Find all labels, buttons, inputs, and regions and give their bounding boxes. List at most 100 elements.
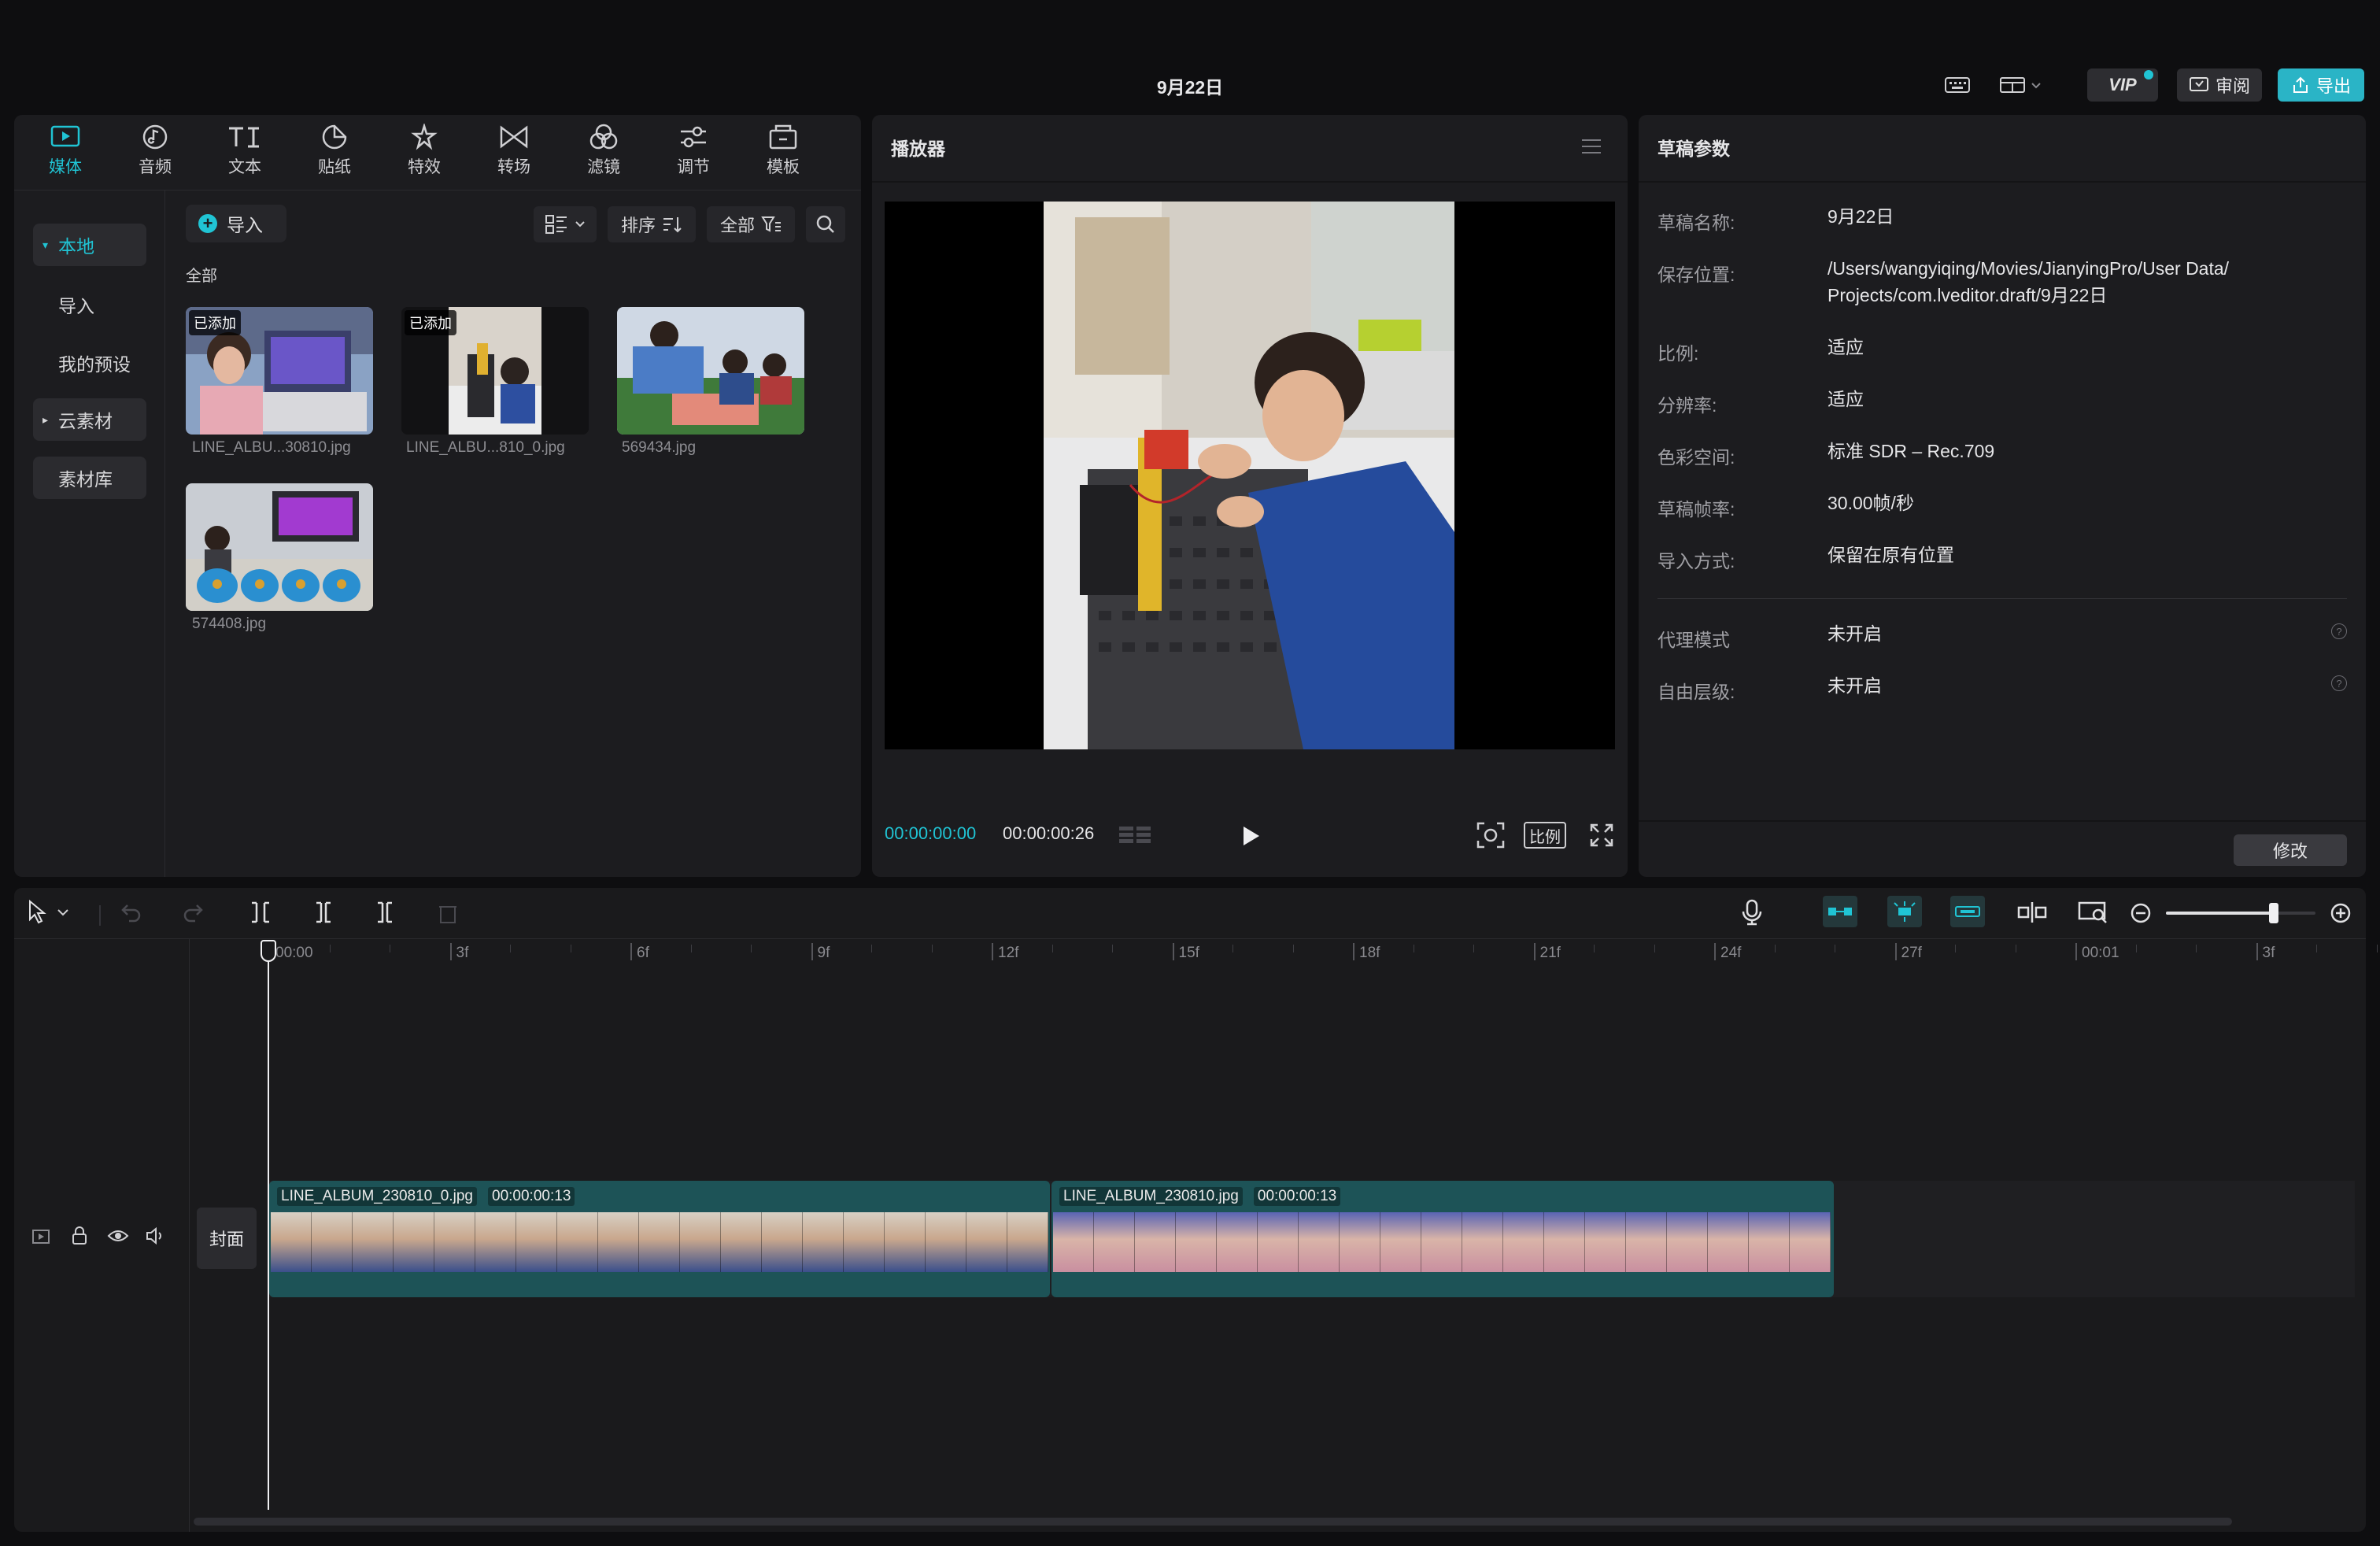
search-button[interactable]: [806, 206, 845, 242]
filmstrip-frame: [1176, 1212, 1217, 1272]
zoom-in-icon[interactable]: [2330, 902, 2352, 924]
trim-left-icon[interactable]: [312, 901, 335, 924]
transition-icon: [500, 125, 528, 149]
review-label: 审阅: [2215, 76, 2250, 96]
timecode-grid-icon[interactable]: [1118, 823, 1154, 847]
tab-audio[interactable]: 音频: [112, 121, 198, 184]
trim-right-icon[interactable]: [373, 901, 397, 924]
sidebar-item-my-presets[interactable]: 我的预设: [33, 342, 146, 384]
media-item[interactable]: 已添加: [186, 307, 373, 435]
ratio-button[interactable]: 比例: [1524, 822, 1566, 849]
media-item[interactable]: [617, 307, 804, 435]
sidebar-item-local[interactable]: ▾ 本地: [33, 224, 146, 266]
tab-filter[interactable]: 滤镜: [560, 121, 647, 184]
clip-name: LINE_ALBUM_230810.jpg: [1059, 1187, 1243, 1206]
filmstrip-frame: [1749, 1212, 1790, 1272]
select-tool-icon[interactable]: [27, 899, 72, 926]
sidebar-item-import[interactable]: 导入: [33, 283, 146, 326]
media-item[interactable]: [186, 483, 373, 611]
import-button[interactable]: + 导入: [186, 205, 286, 242]
linkage-button[interactable]: [1950, 896, 1985, 927]
cover-button[interactable]: 封面: [197, 1208, 257, 1269]
tab-adjust[interactable]: 调节: [650, 121, 737, 184]
sidebar-item-cloud[interactable]: ▸ 云素材: [33, 398, 146, 441]
review-icon: [2189, 77, 2208, 91]
ruler-minor-tick: [1112, 945, 1113, 952]
filmstrip-frame: [557, 1212, 598, 1272]
sort-button[interactable]: 排序: [608, 206, 696, 242]
sidebar-item-label: 云素材: [58, 411, 113, 431]
tab-sticker[interactable]: 贴纸: [291, 121, 378, 184]
menu-icon[interactable]: [1580, 137, 1602, 156]
redo-icon[interactable]: [181, 901, 205, 924]
sidebar-item-library[interactable]: 素材库: [33, 457, 146, 499]
tab-media[interactable]: 媒体: [22, 121, 109, 184]
ruler-label: 00:00: [275, 945, 313, 961]
fit-screen-icon[interactable]: [1476, 822, 1505, 849]
filmstrip-frame: [1544, 1212, 1585, 1272]
divider: [1658, 598, 2347, 599]
tab-text[interactable]: 文本: [201, 121, 288, 184]
filter-label: 全部: [719, 216, 755, 235]
fullscreen-icon[interactable]: [1590, 823, 1613, 847]
play-button[interactable]: [1240, 825, 1261, 847]
tab-transition[interactable]: 转场: [471, 121, 557, 184]
zoom-slider-handle[interactable]: [2268, 903, 2278, 923]
preview-axis-icon[interactable]: [2016, 901, 2048, 924]
tab-label: 文本: [228, 158, 261, 176]
view-mode-button[interactable]: [534, 206, 597, 242]
timeline-scrollbar[interactable]: [194, 1518, 2232, 1526]
filmstrip-frame: [516, 1212, 557, 1272]
filmstrip-frame: [1299, 1212, 1340, 1272]
main-track-magnet-button[interactable]: [1823, 896, 1857, 927]
export-button[interactable]: 导出: [2278, 68, 2364, 102]
help-icon[interactable]: ?: [2331, 623, 2347, 639]
added-badge: 已添加: [189, 310, 241, 335]
split-icon[interactable]: [249, 901, 272, 924]
keyboard-icon[interactable]: [1938, 68, 1977, 102]
ruler-minor-tick: [2135, 945, 2137, 952]
layout-icon[interactable]: [1991, 68, 2054, 102]
project-title: 9月22日: [1156, 77, 1224, 98]
ruler-tick: [1353, 943, 1354, 960]
auto-snap-button[interactable]: [1887, 896, 1922, 927]
thumbnail-zoom-icon[interactable]: [2078, 901, 2109, 924]
volume-icon[interactable]: [145, 1226, 165, 1245]
filmstrip-frame: [434, 1212, 475, 1272]
divider: [14, 938, 2366, 939]
filter-button[interactable]: 全部: [707, 206, 795, 242]
review-button[interactable]: 审阅: [2177, 68, 2262, 102]
plus-icon: +: [198, 213, 217, 233]
vip-button[interactable]: VIP: [2087, 68, 2158, 102]
player-panel: 播放器 00:00:00:00 00:00:00:26 比例: [872, 115, 1628, 877]
playhead[interactable]: [261, 940, 276, 1510]
delete-icon[interactable]: [438, 902, 458, 924]
timeline-clip[interactable]: LINE_ALBUM_230810.jpg 00:00:00:13: [1051, 1181, 1834, 1297]
media-tab-bar: 媒体 音频 文本 贴纸 特效 转场 滤镜 调节 模板: [14, 115, 861, 190]
help-icon[interactable]: ?: [2331, 675, 2347, 691]
draft-properties-panel: 草稿参数 草稿名称: 9月22日 保存位置: /Users/wangyiqing/M…: [1639, 115, 2366, 877]
undo-icon[interactable]: [120, 901, 143, 924]
filmstrip-frame: [1380, 1212, 1421, 1272]
eye-icon[interactable]: [107, 1228, 129, 1244]
filmstrip-frame: [394, 1212, 434, 1272]
tab-template[interactable]: 模板: [740, 121, 826, 184]
adjust-icon: [681, 126, 706, 148]
ruler-minor-tick: [1051, 945, 1053, 952]
track-type-icon: [31, 1228, 50, 1245]
preview-canvas[interactable]: [885, 202, 1615, 749]
playhead-handle[interactable]: [261, 940, 276, 962]
ruler-minor-tick: [1594, 945, 1595, 952]
media-sidebar: ▾ 本地 导入 我的预设 ▸ 云素材 素材库: [14, 190, 165, 877]
zoom-out-icon[interactable]: [2130, 902, 2152, 924]
grid-view-icon: [545, 215, 567, 234]
timeline-clip[interactable]: LINE_ALBUM_230810_0.jpg 00:00:00:13: [269, 1181, 1050, 1297]
prop-value: 9月22日: [1828, 206, 1894, 227]
modify-button[interactable]: 修改: [2234, 834, 2347, 866]
tab-effects[interactable]: 特效: [381, 121, 468, 184]
microphone-icon[interactable]: [1741, 899, 1763, 926]
prop-key: 草稿名称:: [1658, 213, 1735, 233]
lock-icon[interactable]: [71, 1226, 88, 1245]
zoom-slider[interactable]: [2166, 903, 2315, 923]
media-item[interactable]: 已添加: [401, 307, 589, 435]
